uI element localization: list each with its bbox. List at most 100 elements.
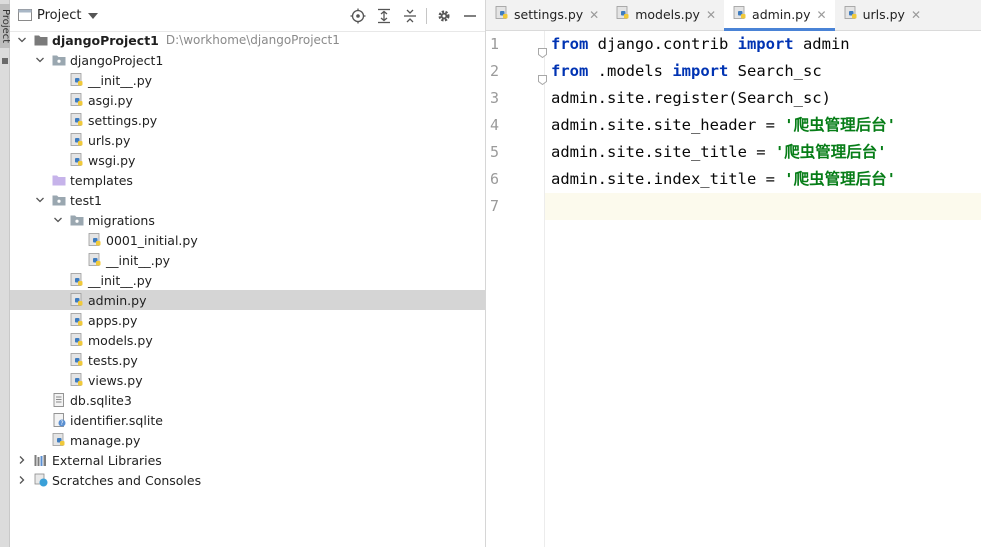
project-view-selector[interactable]: Project — [37, 8, 81, 23]
line-number-gutter: 1 2 3 4 5 6 7 — [486, 31, 545, 547]
tree-item[interactable]: External Libraries — [10, 450, 485, 470]
tree-item[interactable]: test1 — [10, 190, 485, 210]
chevron-down-icon[interactable] — [88, 12, 99, 19]
python-file-icon — [70, 113, 84, 127]
line-number: 7 — [490, 197, 500, 215]
tree-item-label: manage.py — [70, 432, 141, 448]
editor-tab[interactable]: settings.py ✕ — [486, 0, 607, 30]
fold-marker-icon[interactable] — [538, 67, 547, 86]
tree-item[interactable]: 0001_initial.py — [10, 230, 485, 250]
locate-icon[interactable] — [348, 6, 367, 25]
chevron-down-icon[interactable] — [52, 214, 64, 226]
code-line[interactable]: admin.site.register(Search_sc) — [545, 85, 981, 112]
close-icon[interactable]: ✕ — [706, 8, 716, 22]
chevron-down-icon[interactable] — [16, 34, 28, 46]
code-line[interactable]: from django.contrib import admin — [538, 31, 981, 59]
code-text: .models — [588, 62, 673, 80]
tree-item-label: views.py — [88, 372, 143, 388]
fold-marker-icon[interactable] — [538, 40, 547, 59]
expand-all-icon[interactable] — [374, 6, 393, 25]
tree-item[interactable]: ? identifier.sqlite — [10, 410, 485, 430]
tree-item-label: __init__.py — [106, 252, 171, 268]
tree-item[interactable]: asgi.py — [10, 90, 485, 110]
code-line[interactable]: admin.site.site_header = '爬虫管理后台' — [545, 112, 981, 139]
tree-item-label: apps.py — [88, 312, 138, 328]
tree-item[interactable]: wsgi.py — [10, 150, 485, 170]
libraries-icon — [34, 453, 48, 467]
unknown-file-icon: ? — [52, 413, 66, 427]
package-folder-icon — [52, 53, 66, 67]
tree-item-label: asgi.py — [88, 92, 133, 108]
python-file-icon — [70, 133, 84, 147]
tab-label: admin.py — [752, 7, 811, 22]
scratches-icon — [34, 473, 48, 487]
tree-item[interactable]: manage.py — [10, 430, 485, 450]
toolbar-divider — [426, 7, 427, 24]
python-file-icon — [844, 6, 858, 23]
tree-item-label: 0001_initial.py — [106, 232, 198, 248]
chevron-right-icon[interactable] — [16, 474, 28, 486]
tree-item-label: djangoProject1 — [52, 32, 159, 48]
editor-tab[interactable]: admin.py ✕ — [724, 0, 835, 31]
tree-item-label: db.sqlite3 — [70, 392, 132, 408]
tree-item[interactable]: apps.py — [10, 310, 485, 330]
tree-item[interactable]: templates — [10, 170, 485, 190]
tree-item[interactable]: __init__.py — [10, 250, 485, 270]
tree-item[interactable]: urls.py — [10, 130, 485, 150]
tree-item[interactable]: models.py — [10, 330, 485, 350]
tree-item[interactable]: db.sqlite3 — [10, 390, 485, 410]
tree-item[interactable]: migrations — [10, 210, 485, 230]
gear-icon[interactable] — [434, 6, 453, 25]
project-view-icon — [18, 8, 32, 24]
python-file-icon — [70, 293, 84, 307]
tool-window-stripe: Project — [0, 0, 11, 547]
tree-item[interactable]: settings.py — [10, 110, 485, 130]
chevron-down-icon[interactable] — [34, 54, 46, 66]
code-line[interactable] — [545, 193, 981, 220]
tree-item[interactable]: __init__.py — [10, 270, 485, 290]
code-text: admin.site.index_title = — [551, 170, 785, 188]
editor-tab[interactable]: urls.py ✕ — [835, 0, 929, 30]
close-icon[interactable]: ✕ — [589, 8, 599, 22]
chevron-right-icon[interactable] — [16, 454, 28, 466]
tree-item-label: test1 — [70, 192, 102, 208]
tree-item[interactable]: Scratches and Consoles — [10, 470, 485, 490]
minimize-icon[interactable] — [460, 6, 479, 25]
tree-item[interactable]: djangoProject1 — [10, 50, 485, 70]
close-icon[interactable]: ✕ — [911, 8, 921, 22]
python-file-icon — [70, 353, 84, 367]
collapse-all-icon[interactable] — [400, 6, 419, 25]
tree-item[interactable]: admin.py — [10, 290, 485, 310]
python-file-icon — [70, 153, 84, 167]
code-line[interactable]: admin.site.index_title = '爬虫管理后台' — [545, 166, 981, 193]
code-content[interactable]: from django.contrib import admin from .mo… — [538, 31, 981, 220]
tree-item[interactable]: tests.py — [10, 350, 485, 370]
editor-tab[interactable]: models.py ✕ — [607, 0, 724, 30]
chevron-down-icon[interactable] — [34, 194, 46, 206]
line-number: 6 — [490, 170, 500, 188]
python-file-icon — [616, 6, 630, 23]
code-text: Search_sc — [728, 62, 822, 80]
code-line[interactable]: from .models import Search_sc — [538, 58, 981, 86]
tree-item[interactable]: views.py — [10, 370, 485, 390]
code-line[interactable]: admin.site.site_title = '爬虫管理后台' — [545, 139, 981, 166]
tree-item-label: djangoProject1 — [70, 52, 164, 68]
line-number: 3 — [490, 89, 500, 107]
panel-toolbar — [348, 6, 479, 25]
tree-item[interactable]: djangoProject1 D:\workhome\djangoProject1 — [10, 30, 485, 50]
tree-item[interactable]: __init__.py — [10, 70, 485, 90]
line-number: 4 — [490, 116, 500, 134]
tree-item-label: External Libraries — [52, 452, 162, 468]
python-file-icon — [733, 6, 747, 23]
tree-item-label: models.py — [88, 332, 153, 348]
close-icon[interactable]: ✕ — [817, 8, 827, 22]
